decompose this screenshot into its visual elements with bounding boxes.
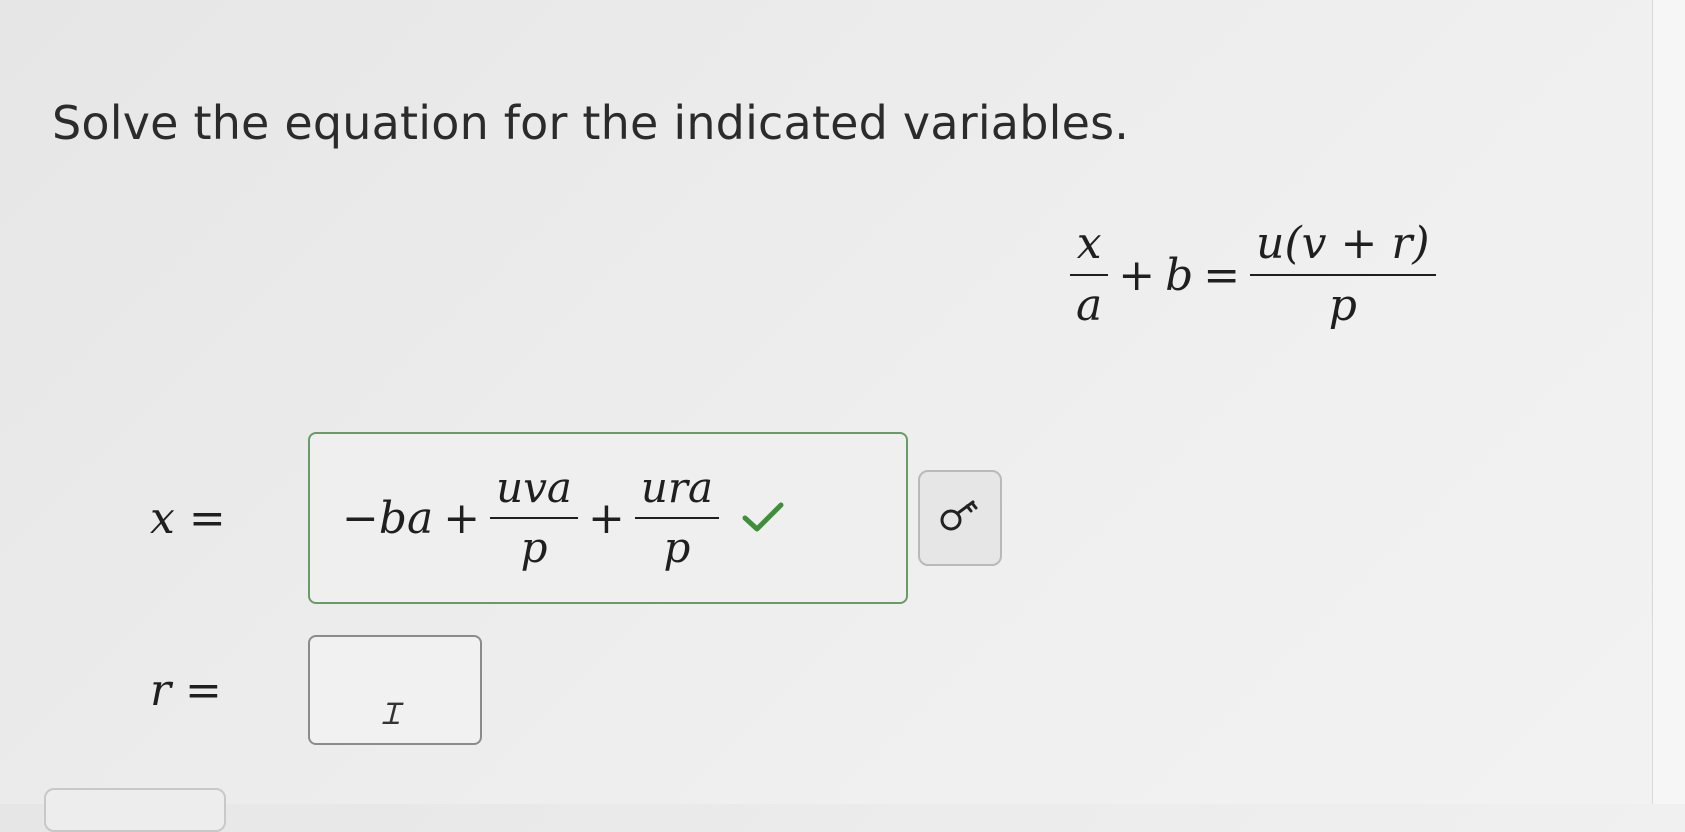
fraction-numerator: uva xyxy=(496,462,572,512)
bottom-action-button[interactable] xyxy=(44,788,226,832)
equals-sign: = xyxy=(185,664,222,716)
check-icon xyxy=(741,501,785,535)
text-cursor-icon: Ɪ xyxy=(382,697,399,732)
fraction-bar xyxy=(490,517,578,519)
plus-sign: + xyxy=(1118,249,1156,301)
answer-row-x: x = −ba + uva p + ura p xyxy=(150,430,1002,606)
plus-sign: + xyxy=(443,492,481,544)
answer-label-x: x = xyxy=(150,493,290,544)
rhs-denominator: p xyxy=(1328,280,1357,332)
fraction-ura-p: ura p xyxy=(634,462,720,572)
rhs-numerator: u(v + r) xyxy=(1256,218,1430,269)
fraction-denominator: p xyxy=(663,523,691,572)
fraction-denominator: p xyxy=(520,523,548,572)
rhs-fraction: u(v + r) p xyxy=(1250,218,1436,332)
variable-x: x xyxy=(150,492,175,544)
fraction-bar xyxy=(1070,274,1109,277)
answer-row-r: r = Ɪ xyxy=(150,634,482,746)
fraction-numerator: ura xyxy=(640,462,714,512)
variable-r: r xyxy=(150,664,172,716)
given-equation: x a + b = u(v + r) p xyxy=(1070,218,1436,332)
key-icon xyxy=(935,496,985,540)
equals-sign: = xyxy=(188,492,226,544)
equals-sign: = xyxy=(1203,249,1241,301)
fraction-uva-p: uva p xyxy=(490,462,578,572)
fraction-bar xyxy=(634,517,720,519)
fraction-bar xyxy=(1250,274,1436,277)
answer-input-x[interactable]: −ba + uva p + ura p xyxy=(308,432,908,604)
term-neg-ba: −ba xyxy=(342,492,434,544)
instruction-text: Solve the equation for the indicated var… xyxy=(52,96,1130,150)
lhs-fraction: x a xyxy=(1070,218,1109,332)
page-edge xyxy=(1652,0,1685,804)
lhs-numerator: x xyxy=(1076,218,1102,269)
variable-b: b xyxy=(1165,249,1194,301)
show-answer-key-button[interactable] xyxy=(918,470,1002,566)
lhs-denominator: a xyxy=(1076,280,1103,332)
answer-label-r: r = xyxy=(150,665,290,716)
plus-sign: + xyxy=(587,492,625,544)
answer-input-r[interactable]: Ɪ xyxy=(308,635,482,745)
